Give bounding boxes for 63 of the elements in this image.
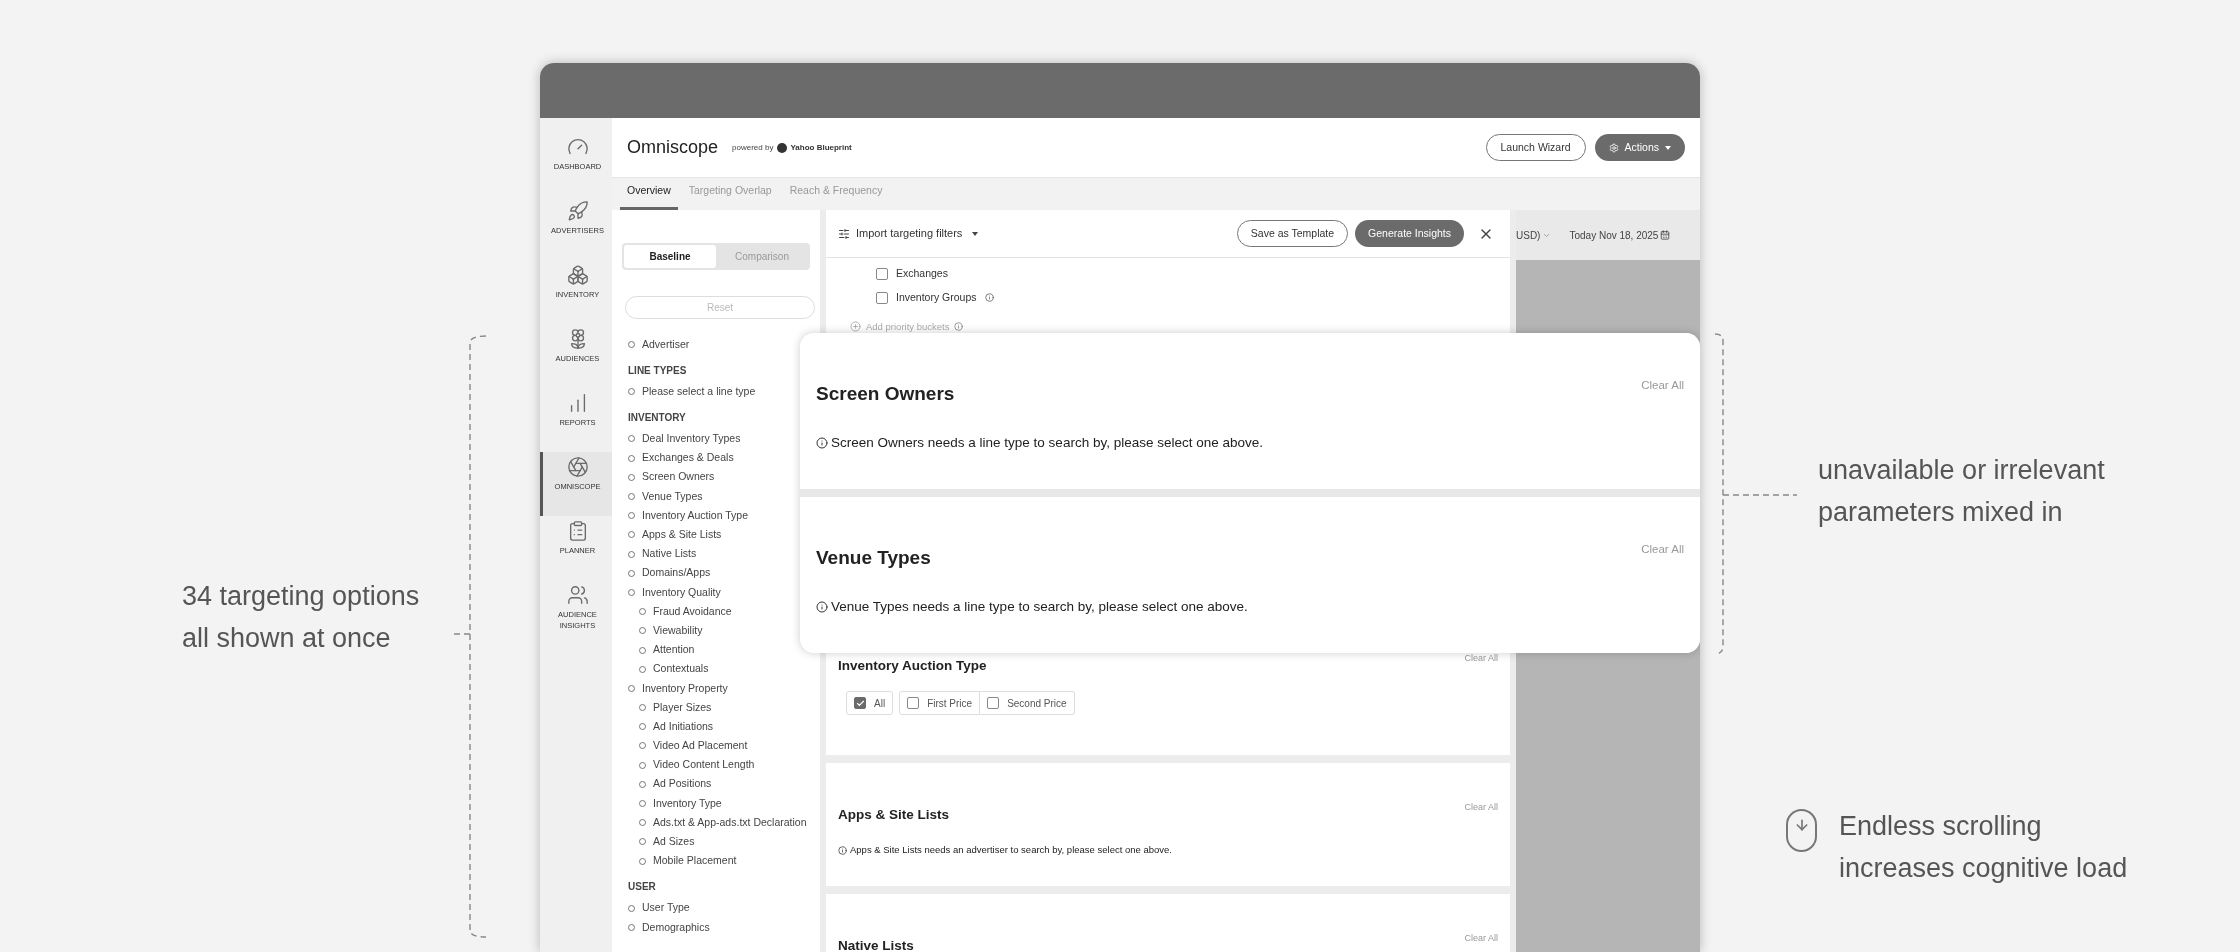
info-icon — [838, 845, 847, 855]
sliders-icon — [838, 227, 850, 240]
generate-insights-button[interactable]: Generate Insights — [1355, 220, 1464, 247]
section-title: Venue Types — [816, 546, 931, 570]
brand-name: Yahoo Blueprint — [790, 141, 852, 154]
boxes-icon — [566, 264, 589, 286]
info-icon — [954, 322, 964, 332]
gear-icon — [1608, 142, 1619, 153]
powered-by-text: powered by — [732, 141, 774, 154]
annotation-text: unavailable or irrelevant parameters mixed in — [1818, 454, 2106, 529]
checkbox[interactable] — [907, 697, 920, 710]
import-filters-dropdown[interactable]: Import targeting filters — [856, 225, 979, 242]
info-icon — [816, 600, 828, 613]
annotation-text: Endless scrolling increases cognitive load — [1839, 810, 2129, 885]
checkbox-label: Exchanges — [896, 266, 948, 281]
sidebar-item[interactable]: Mobile Placement — [639, 851, 810, 871]
sidebar-item[interactable]: Contextuals — [639, 659, 810, 679]
scroll-down-icon — [1786, 809, 1817, 852]
sidebar-item[interactable]: Video Content Length — [639, 755, 810, 775]
sidebar-item[interactable]: Ad Positions — [639, 774, 810, 794]
launch-wizard-button[interactable]: Launch Wizard — [1485, 134, 1586, 161]
date-text: Today Nov 18, 2025 — [1569, 228, 1659, 243]
page-title: Omniscope — [627, 136, 719, 159]
section-title: Apps & Site Lists — [838, 806, 950, 824]
sidebar-item[interactable]: Video Ad Placement — [639, 736, 810, 756]
sidebar-item[interactable]: Player Sizes — [639, 698, 810, 718]
notice-text: Venue Types needs a line type to search by, please select one above. — [831, 597, 1248, 616]
sidebar-item[interactable]: Inventory Property — [628, 678, 810, 698]
add-icon — [850, 321, 861, 333]
notice-text: Screen Owners needs a line type to search by, please select one above. — [831, 433, 1263, 452]
checkbox[interactable] — [876, 291, 888, 304]
caret-icon — [972, 231, 979, 236]
sidebar-item[interactable]: Ads.txt & App-ads.txt Declaration — [639, 813, 810, 833]
option-chip[interactable]: First Price — [899, 691, 981, 716]
sidebar-item[interactable]: User Type — [628, 898, 810, 918]
section-title: Inventory Auction Type — [838, 657, 987, 675]
option-chip[interactable]: Second Price — [980, 691, 1075, 716]
checkbox[interactable] — [876, 267, 888, 280]
info-icon — [816, 436, 828, 449]
section-title: Native Lists — [838, 937, 914, 952]
checkbox[interactable] — [854, 697, 866, 710]
section-title: Screen Owners — [816, 382, 955, 406]
currency-text: USD) — [1516, 228, 1541, 243]
group-heading: INVENTORY — [628, 410, 687, 425]
annotation-text: 34 targeting options all shown at once — [182, 579, 421, 655]
checkbox[interactable] — [987, 697, 1000, 710]
actions-button[interactable]: Actions — [1594, 134, 1685, 161]
sidebar-item[interactable]: Ad Sizes — [639, 832, 810, 852]
caret-icon — [1665, 145, 1671, 150]
rocket-icon — [566, 200, 589, 222]
sidebar-item[interactable]: Ad Initiations — [639, 717, 810, 737]
notice-text: Apps & Site Lists needs an advertiser to search by, please select one above. — [850, 843, 1172, 858]
sidebar-item[interactable]: Inventory Type — [639, 793, 810, 814]
option-chip[interactable]: All — [846, 691, 894, 716]
globe-icon — [777, 142, 788, 153]
calendar-icon[interactable] — [1660, 230, 1671, 240]
group-heading: USER — [628, 880, 657, 895]
toggle-option[interactable]: Baseline — [624, 245, 716, 268]
sidebar-item[interactable]: Demographics — [628, 917, 810, 938]
users-icon — [566, 584, 589, 606]
aperture-icon — [566, 456, 589, 478]
group-heading: LINE TYPES — [628, 363, 688, 378]
checkbox-label: Inventory Groups — [896, 289, 977, 305]
